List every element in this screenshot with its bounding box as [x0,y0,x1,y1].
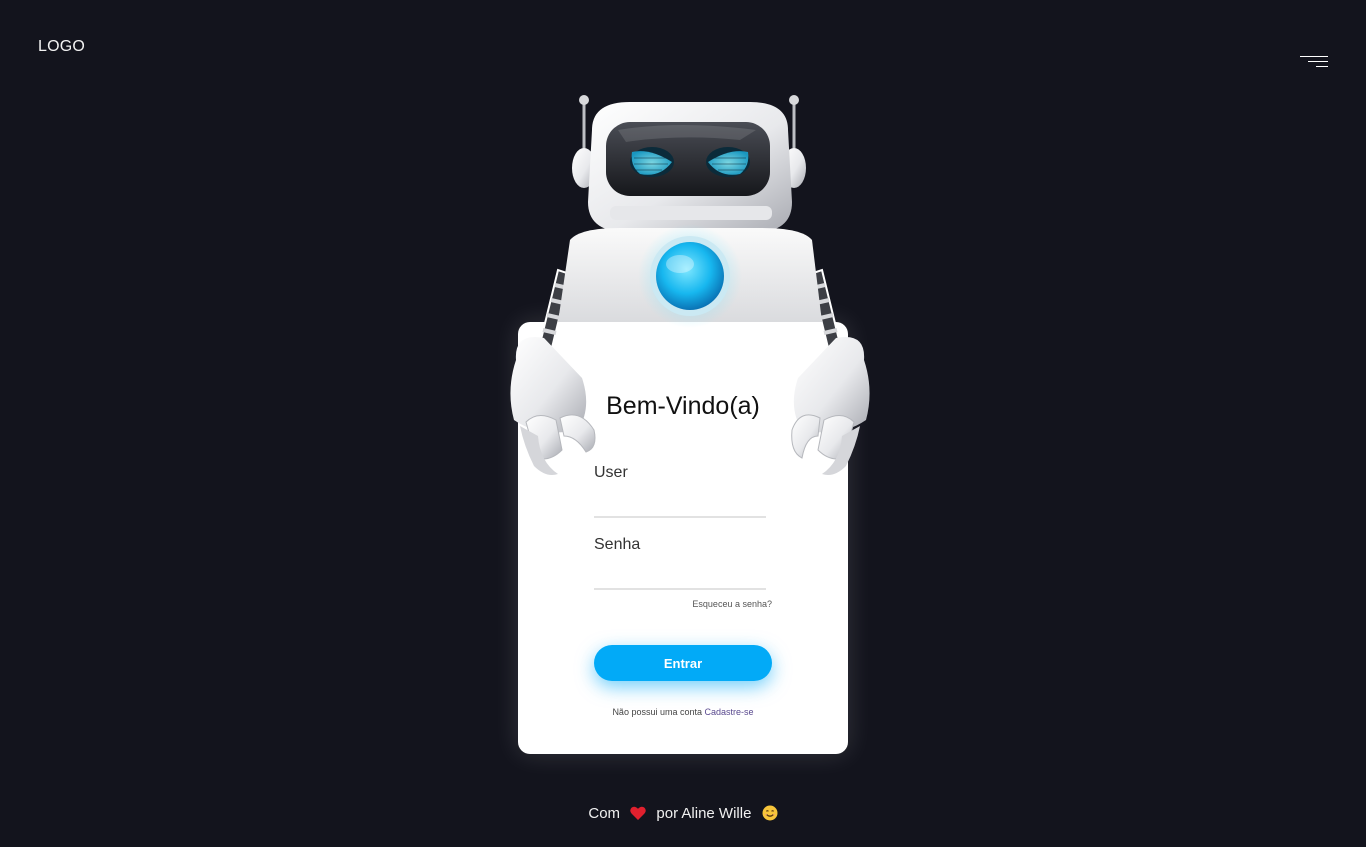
footer: Com por Aline Wille [0,805,1366,822]
footer-prefix: Com [588,805,621,822]
logo-text[interactable]: LOGO [38,38,85,56]
robot-illustration [500,90,880,490]
user-input[interactable] [594,492,766,518]
signup-link[interactable]: Cadastre-se [705,707,754,717]
signup-row: Não possui uma conta Cadastre-se [518,707,848,717]
password-label: Senha [594,536,641,553]
heart-icon [630,806,646,820]
smile-emoji-icon [762,805,778,821]
hamburger-menu-icon[interactable] [1296,52,1332,72]
password-input[interactable] [594,564,766,590]
login-button[interactable]: Entrar [594,645,772,681]
signup-prompt: Não possui uma conta [612,707,702,717]
footer-author: por Aline Wille [656,805,752,822]
forgot-password-link[interactable]: Esqueceu a senha? [692,599,772,609]
